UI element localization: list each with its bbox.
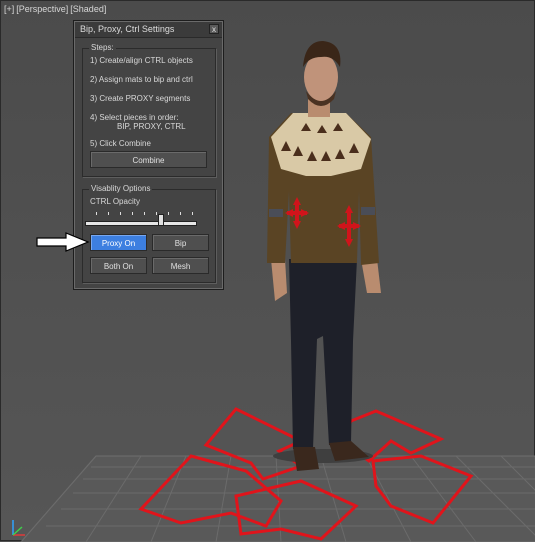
bip-proxy-ctrl-settings-panel: Bip, Proxy, Ctrl Settings x Steps: 1) Cr… (73, 20, 224, 290)
step-2-text: 2) Assign mats to bip and ctrl (90, 75, 193, 84)
close-icon: x (212, 25, 216, 34)
slider-tick (96, 212, 97, 215)
axis-tripod-icon (12, 520, 25, 536)
slider-tick (168, 212, 169, 215)
slider-tick (120, 212, 121, 215)
combine-button[interactable]: Combine (90, 151, 207, 168)
slider-track[interactable] (85, 221, 197, 226)
close-button[interactable]: x (209, 24, 219, 34)
bip-button[interactable]: Bip (152, 234, 209, 251)
visibility-group-label: Visablity Options (89, 184, 153, 193)
pointer-arrow-icon (36, 232, 90, 252)
viewport-plus-menu[interactable]: [+] (4, 4, 14, 14)
character-model[interactable] (267, 41, 381, 471)
slider-tick (144, 212, 145, 215)
mesh-button[interactable]: Mesh (152, 257, 209, 274)
steps-group-label: Steps: (89, 43, 116, 52)
step-5-text: 5) Click Combine (90, 139, 151, 148)
both-on-button[interactable]: Both On (90, 257, 147, 274)
panel-title: Bip, Proxy, Ctrl Settings (80, 24, 175, 34)
step-4-detail-text: BIP, PROXY, CTRL (117, 122, 186, 131)
step-3-text: 3) Create PROXY segments (90, 94, 191, 103)
ctrl-opacity-label: CTRL Opacity (90, 197, 140, 206)
slider-thumb[interactable] (158, 214, 165, 226)
slider-tick (132, 212, 133, 215)
slider-tick (180, 212, 181, 215)
slider-tick (108, 212, 109, 215)
slider-tick (192, 212, 193, 215)
panel-titlebar[interactable]: Bip, Proxy, Ctrl Settings x (75, 22, 222, 38)
proxy-on-button[interactable]: Proxy On (90, 234, 147, 251)
viewport-label-menu[interactable]: [+] [Perspective] [Shaded] (4, 4, 108, 14)
viewport-shading-menu[interactable]: [Shaded] (70, 4, 106, 14)
step-4-text: 4) Select pieces in order: (90, 113, 179, 122)
step-1-text: 1) Create/align CTRL objects (90, 56, 193, 65)
slider-tick (156, 212, 157, 215)
viewport-view-menu[interactable]: [Perspective] (16, 4, 68, 14)
